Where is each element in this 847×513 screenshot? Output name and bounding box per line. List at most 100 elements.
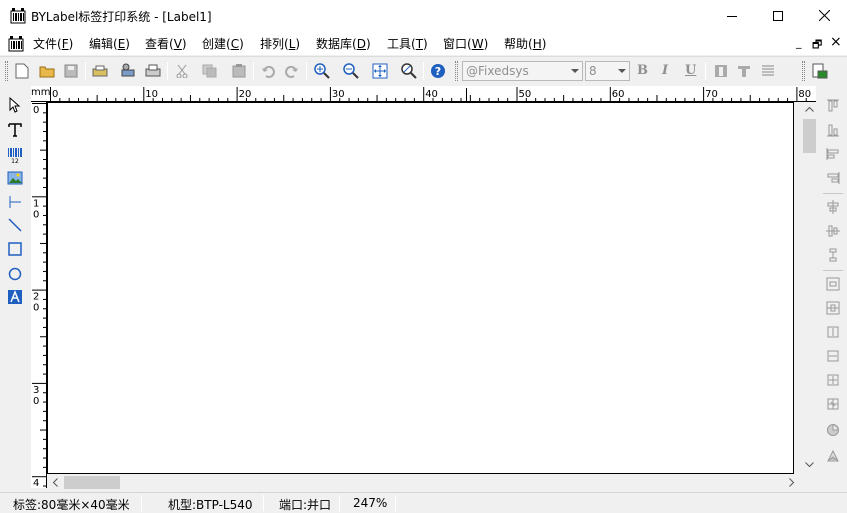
center-in-label-horizontal-button[interactable] bbox=[825, 300, 841, 316]
mdi-minimize-button[interactable]: _ bbox=[796, 36, 802, 49]
align-top-button[interactable] bbox=[825, 98, 841, 114]
help-button[interactable]: ? bbox=[428, 61, 448, 81]
print-button[interactable] bbox=[143, 61, 163, 81]
scroll-up-icon[interactable] bbox=[805, 106, 814, 112]
ruler-label: 0 bbox=[33, 105, 39, 116]
print-label-button[interactable] bbox=[810, 61, 830, 81]
menu-tools[interactable]: 工具(T) bbox=[387, 35, 428, 52]
zoom-in-icon bbox=[314, 63, 330, 79]
menu-help[interactable]: 帮助(H) bbox=[504, 35, 546, 52]
scroll-right-icon[interactable] bbox=[789, 478, 795, 487]
zoom-out-button[interactable] bbox=[341, 61, 361, 81]
zoom-select-button[interactable] bbox=[399, 61, 419, 81]
menu-window[interactable]: 窗口(W) bbox=[443, 35, 488, 52]
menu-database[interactable]: 数据库(D) bbox=[316, 35, 371, 52]
minimize-icon bbox=[727, 11, 737, 21]
dimension-tool[interactable] bbox=[6, 193, 24, 211]
rotate-button[interactable] bbox=[825, 422, 841, 438]
scroll-left-icon[interactable] bbox=[52, 478, 58, 487]
distribute-vertical-icon bbox=[826, 248, 840, 262]
center-vertical-button[interactable] bbox=[825, 223, 841, 239]
image-tool[interactable] bbox=[6, 169, 24, 187]
grid-button[interactable] bbox=[825, 396, 841, 412]
menu-view[interactable]: 查看(V) bbox=[145, 35, 187, 52]
ruler-label: 2 bbox=[33, 292, 39, 303]
center-horizontal-button[interactable] bbox=[825, 199, 841, 215]
close-button[interactable] bbox=[801, 0, 847, 31]
vertical-scroll-thumb[interactable] bbox=[803, 119, 816, 153]
same-size-icon bbox=[826, 373, 840, 387]
cut-button[interactable] bbox=[172, 61, 192, 81]
print-preview-button[interactable] bbox=[90, 61, 110, 81]
line-tool[interactable] bbox=[6, 216, 24, 234]
print-setup-button[interactable] bbox=[118, 61, 138, 81]
same-width-button[interactable] bbox=[825, 324, 841, 340]
scroll-down-icon[interactable] bbox=[805, 462, 814, 468]
bold-button[interactable]: B bbox=[637, 63, 648, 78]
align-bottom-icon bbox=[826, 123, 840, 137]
align-left-button[interactable] bbox=[825, 146, 841, 162]
redo-button[interactable] bbox=[282, 61, 302, 81]
maximize-button[interactable] bbox=[755, 0, 801, 31]
scissors-icon bbox=[175, 64, 189, 78]
left-toolbox: 12 bbox=[0, 90, 30, 312]
zoom-in-button[interactable] bbox=[312, 61, 332, 81]
rotate-icon bbox=[826, 423, 840, 437]
menu-create[interactable]: 创建(C) bbox=[202, 35, 244, 52]
same-size-button[interactable] bbox=[825, 372, 841, 388]
distribute-button[interactable] bbox=[825, 247, 841, 263]
select-tool[interactable] bbox=[6, 96, 24, 114]
text-tool[interactable] bbox=[6, 121, 24, 139]
flip-button[interactable] bbox=[825, 448, 841, 464]
paste-icon bbox=[231, 64, 247, 78]
open-button[interactable] bbox=[37, 61, 57, 81]
font-name-select[interactable]: @Fixedsys bbox=[462, 61, 583, 81]
menu-arrange[interactable]: 排列(L) bbox=[260, 35, 300, 52]
save-button[interactable] bbox=[61, 61, 81, 81]
vertical-scrollbar[interactable] bbox=[801, 102, 818, 474]
undo-icon bbox=[261, 64, 275, 78]
align-bottom-button[interactable] bbox=[825, 122, 841, 138]
rich-text-tool[interactable] bbox=[6, 288, 24, 306]
mdi-restore-button[interactable]: 🗗 bbox=[812, 36, 822, 55]
underline-button[interactable]: U bbox=[685, 63, 696, 78]
barcode-icon bbox=[10, 8, 26, 24]
align-right-icon bbox=[826, 171, 840, 185]
text-style-button[interactable] bbox=[734, 61, 754, 81]
font-size-select[interactable]: 8 bbox=[585, 61, 630, 81]
copy-button[interactable] bbox=[200, 61, 220, 81]
menu-edit[interactable]: 编辑(E) bbox=[89, 35, 130, 52]
horizontal-scroll-thumb[interactable] bbox=[64, 476, 120, 489]
fit-page-button[interactable] bbox=[370, 61, 390, 81]
status-zoom: 247% bbox=[353, 496, 388, 510]
ruler-label: 4 bbox=[33, 478, 39, 488]
barcode-tool[interactable]: 12 bbox=[6, 146, 24, 164]
ruler-label: 0 bbox=[33, 303, 39, 314]
svg-text:?: ? bbox=[435, 65, 441, 78]
text-align-button[interactable] bbox=[758, 61, 778, 81]
ellipse-tool[interactable] bbox=[6, 265, 24, 283]
horizontal-scrollbar[interactable] bbox=[47, 474, 801, 491]
toolbar-grip[interactable] bbox=[802, 61, 805, 81]
horizontal-ruler-ticks: 0 10 20 30 40 50 60 70 80 bbox=[31, 87, 816, 102]
paste-button[interactable] bbox=[229, 61, 249, 81]
mdi-close-button[interactable]: × bbox=[830, 34, 842, 50]
minimize-button[interactable] bbox=[709, 0, 755, 31]
new-button[interactable] bbox=[12, 61, 32, 81]
rectangle-tool[interactable] bbox=[6, 240, 24, 258]
toolbar-grip[interactable] bbox=[5, 61, 8, 81]
menu-file[interactable]: 文件(F) bbox=[33, 35, 73, 52]
ruler-label: 60 bbox=[612, 89, 625, 100]
diagonal-line-icon bbox=[8, 218, 22, 232]
align-left-icon bbox=[826, 147, 840, 161]
italic-button[interactable]: I bbox=[662, 63, 668, 78]
same-height-button[interactable] bbox=[825, 348, 841, 364]
label-canvas[interactable] bbox=[47, 102, 794, 474]
undo-button[interactable] bbox=[258, 61, 278, 81]
center-in-label-vertical-button[interactable] bbox=[825, 276, 841, 292]
text-direction-button[interactable] bbox=[711, 61, 731, 81]
align-right-button[interactable] bbox=[825, 170, 841, 186]
zoom-area-icon bbox=[401, 63, 417, 79]
toolbar-grip[interactable] bbox=[455, 61, 458, 81]
status-bar: 标签:80毫米×40毫米 机型:BTP-L540 端口:并口 247% bbox=[0, 492, 847, 512]
